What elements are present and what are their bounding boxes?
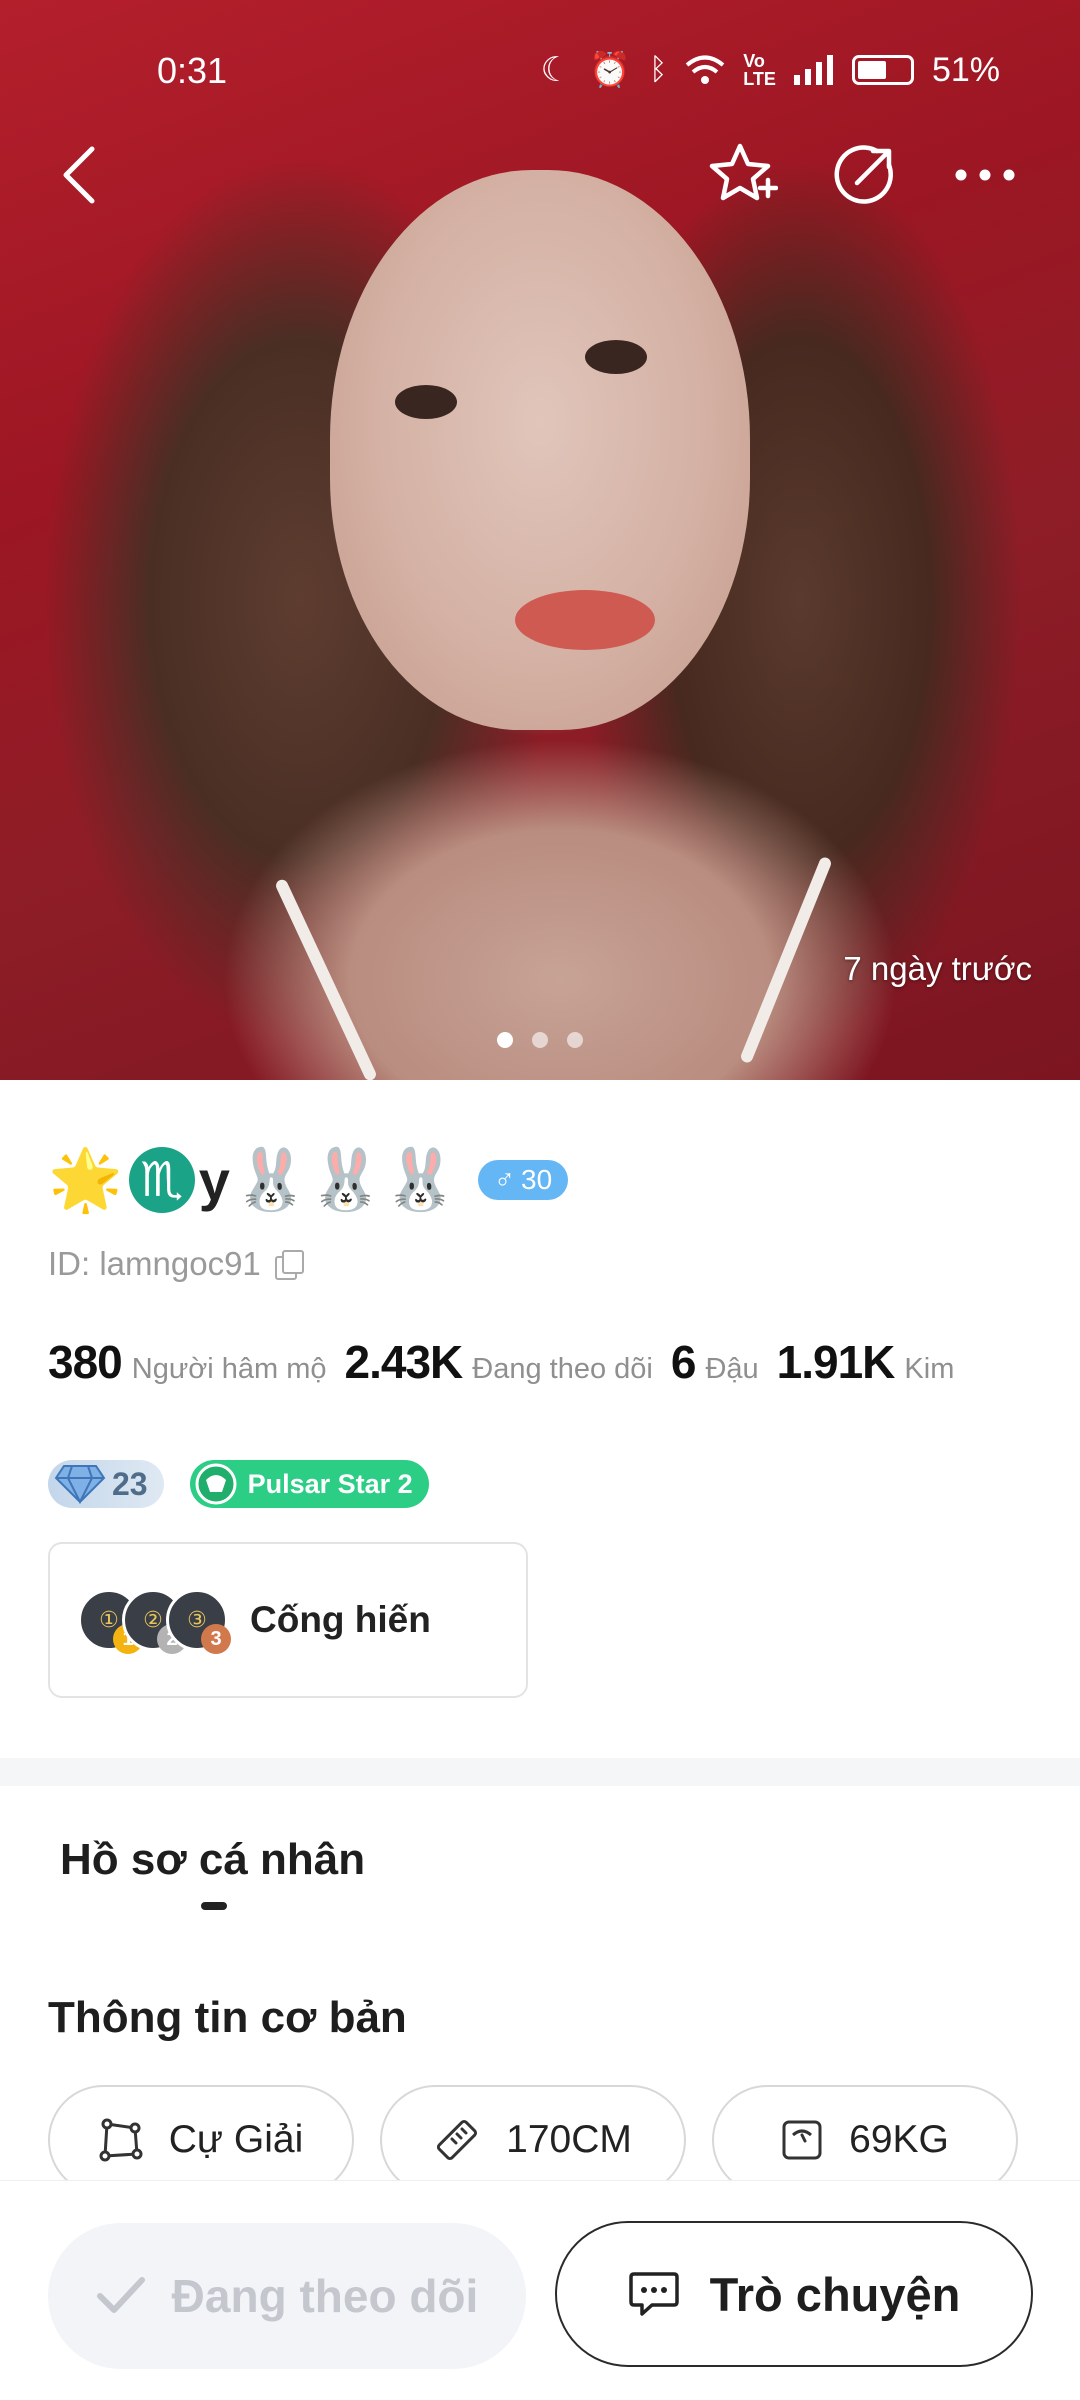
- photo-detail: [585, 340, 647, 374]
- zodiac-emoji: ♏: [128, 1147, 195, 1213]
- wifi-icon: [685, 55, 725, 84]
- basic-info-title: Thông tin cơ bản: [48, 1993, 407, 2042]
- weight-value: 69KG: [849, 2118, 949, 2161]
- following-label: Đang theo dõi: [171, 2270, 479, 2322]
- page-dot[interactable]: [567, 1032, 583, 1048]
- following-count[interactable]: 2.43K: [345, 1335, 464, 1389]
- beans-label[interactable]: Đậu: [705, 1353, 758, 1386]
- page-dot[interactable]: [532, 1032, 548, 1048]
- name-emoji: 🌟: [48, 1146, 123, 1213]
- chat-button[interactable]: Trò chuyện: [555, 2221, 1033, 2367]
- profile-stats: 380 Người hâm mộ 2.43K Đang theo dõi 6 Đ…: [48, 1335, 972, 1389]
- diamond-level: 23: [112, 1465, 148, 1502]
- zodiac-value: Cự Giải: [168, 2118, 304, 2161]
- status-time: 0:31: [157, 50, 228, 91]
- bottom-action-bar: Đang theo dõi Trò chuyện: [0, 2180, 1080, 2400]
- male-icon: ♂: [494, 1164, 515, 1195]
- rank-3-tag: 3: [201, 1624, 231, 1654]
- basic-info-chips: Cự Giải 170CM 69KG: [48, 2085, 1018, 2195]
- volte-icon: Vo LTE: [743, 51, 776, 89]
- following-button[interactable]: Đang theo dõi: [48, 2223, 526, 2369]
- diamond-level-badge[interactable]: 23: [48, 1460, 164, 1508]
- share-icon: [834, 145, 893, 204]
- status-icons: ☾ ⏰ ᛒ Vo LTE 51%: [540, 50, 1000, 90]
- photo-detail: [515, 590, 655, 650]
- battery-icon: [851, 55, 914, 85]
- profile-photo[interactable]: 0:31 ☾ ⏰ ᛒ Vo LTE 51% 7 ngày trước: [0, 0, 1080, 1080]
- more-icon: [955, 169, 1015, 181]
- ruler-icon: [437, 2119, 478, 2161]
- back-button[interactable]: [45, 140, 115, 210]
- height-value: 170CM: [506, 2118, 632, 2161]
- diamond-icon: [54, 1465, 106, 1504]
- user-id-row: ID: lamngoc91: [48, 1245, 304, 1283]
- page-dot[interactable]: [497, 1032, 513, 1048]
- bluetooth-icon: ᛒ: [649, 53, 668, 86]
- level-badges: 23 Pulsar Star 2: [48, 1460, 429, 1508]
- battery-level: 51%: [931, 50, 1000, 89]
- checkmark-icon: [96, 2277, 145, 2313]
- weight-chip: 69KG: [712, 2085, 1018, 2195]
- fans-label[interactable]: Người hâm mộ: [132, 1353, 327, 1386]
- photo-detail: [274, 877, 378, 1080]
- diamonds-count[interactable]: 1.91K: [777, 1335, 896, 1389]
- following-label[interactable]: Đang theo dõi: [472, 1353, 653, 1386]
- contribution-card[interactable]: ①1 ②2 ③3 Cống hiến: [48, 1542, 528, 1698]
- back-icon: [63, 146, 95, 204]
- star-plus-icon: [709, 143, 778, 201]
- gender-age-badge: ♂ 30: [478, 1160, 569, 1200]
- pulsar-icon: [195, 1463, 237, 1505]
- user-id: ID: lamngoc91: [48, 1245, 261, 1282]
- contribution-label: Cống hiến: [250, 1599, 431, 1640]
- favorite-button[interactable]: [708, 140, 778, 210]
- photo-subject: [330, 170, 750, 730]
- name-emoji: 🐰🐰🐰: [233, 1146, 458, 1213]
- profile-name-row: 🌟 ♏ y 🐰🐰🐰 ♂ 30: [48, 1140, 569, 1220]
- height-chip: 170CM: [380, 2085, 686, 2195]
- scale-icon: [782, 2120, 822, 2160]
- fans-count[interactable]: 380: [48, 1335, 123, 1389]
- zodiac-frame-icon: [99, 2118, 143, 2162]
- zodiac-chip: Cự Giải: [48, 2085, 354, 2195]
- chat-label: Trò chuyện: [709, 2267, 961, 2321]
- photo-detail: [395, 385, 457, 419]
- pulsar-label: Pulsar Star 2: [247, 1468, 413, 1499]
- age-value: 30: [521, 1164, 553, 1195]
- moon-icon: ☾: [540, 51, 571, 89]
- photo-posted-time: 7 ngày trước: [843, 950, 1032, 987]
- beans-count[interactable]: 6: [671, 1335, 697, 1389]
- section-divider: [0, 1758, 1080, 1786]
- more-button[interactable]: [950, 140, 1020, 210]
- status-bar: 0:31 ☾ ⏰ ᛒ Vo LTE 51%: [0, 40, 1080, 110]
- pulsar-star-badge[interactable]: Pulsar Star 2: [189, 1460, 429, 1508]
- alarm-icon: ⏰: [588, 51, 632, 89]
- signal-icon: [793, 55, 833, 85]
- tab-personal-profile[interactable]: Hồ sơ cá nhân: [60, 1835, 365, 1885]
- share-button[interactable]: [830, 140, 900, 210]
- copy-icon[interactable]: [274, 1250, 304, 1280]
- profile-name: y: [198, 1148, 230, 1212]
- chat-icon: [628, 2272, 679, 2316]
- tab-indicator: [201, 1902, 227, 1910]
- rank-3-avatar: ③3: [166, 1589, 231, 1654]
- photo-pagination: [0, 1032, 1080, 1048]
- diamonds-label[interactable]: Kim: [904, 1353, 954, 1386]
